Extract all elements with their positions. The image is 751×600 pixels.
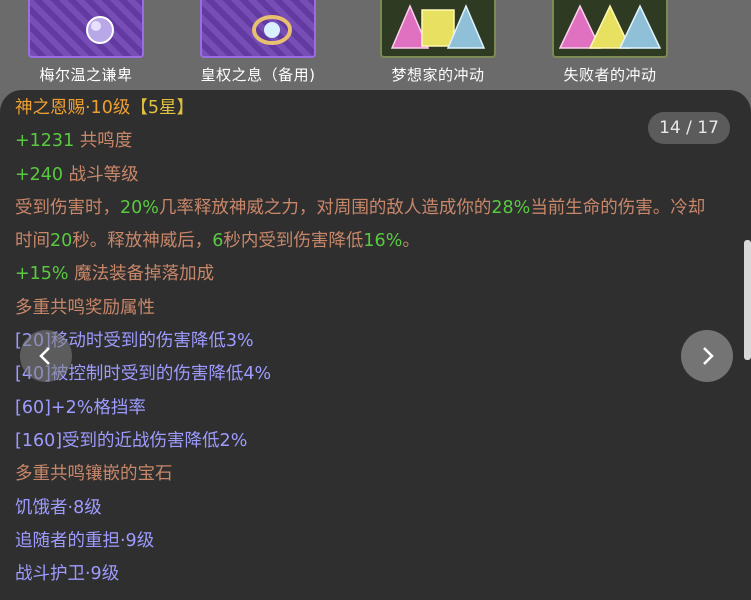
- scrollbar[interactable]: [744, 240, 751, 360]
- stat-value: +240: [15, 164, 64, 185]
- effect-value: 20%: [120, 197, 159, 218]
- item-name: 神之恩赐·10级: [15, 98, 131, 118]
- bonus-item: [20]移动时受到的伤害降低3%: [15, 331, 254, 352]
- gem-slot-1[interactable]: 梅尔温之谦卑: [0, 0, 172, 92]
- effect-text: 秒内受到伤害降低: [223, 231, 364, 252]
- gem-label: 梦想家的冲动: [391, 66, 485, 84]
- effect-text: 几率释放神威之力，对周围的敌人造成你的: [158, 197, 492, 218]
- ring-gem-icon: [200, 0, 316, 58]
- gem-strip: 梅尔温之谦卑 皇权之息（备用) 梦想家的冲动 失败者的冲动: [0, 0, 751, 92]
- gem-label: 失败者的冲动: [563, 66, 657, 84]
- gem-label: 皇权之息（备用): [200, 66, 316, 84]
- socket-gem: 战斗护卫·9级: [15, 564, 120, 585]
- socket-gem: 饥饿者·8级: [15, 497, 102, 518]
- stat-value: +1231: [15, 131, 75, 152]
- stat-value: +15%: [15, 264, 69, 285]
- effect-value: 20: [50, 231, 73, 252]
- effect-text: 秒。释放神威后，: [72, 231, 213, 252]
- bonus-item: [40]被控制时受到的伤害降低4%: [15, 364, 272, 385]
- stat-magic-find: +15% 魔法装备掉落加成: [15, 258, 715, 291]
- chevron-right-icon: [703, 347, 714, 365]
- bonus-item: [160]受到的近战伤害降低2%: [15, 430, 248, 451]
- tooltip-content: 神之恩赐·10级【5星】 +1231 共鸣度 +240 战斗等级 受到伤害时，2…: [15, 92, 715, 591]
- gem-slot-4[interactable]: 失败者的冲动: [524, 0, 696, 92]
- socket-header: 多重共鸣镶嵌的宝石: [15, 464, 173, 485]
- stat-combat-level: +240 战斗等级: [15, 159, 715, 192]
- stat-label: 战斗等级: [63, 164, 139, 185]
- tri-gem-icon: [552, 0, 668, 58]
- orb-gem-icon: [28, 0, 144, 58]
- bonus-item: [60]+2%格挡率: [15, 397, 146, 418]
- stat-label: 魔法装备掉落加成: [68, 264, 215, 285]
- stat-label: 共鸣度: [74, 131, 133, 152]
- effect-value: 6: [212, 231, 224, 252]
- socket-gem: 追随者的重担·9级: [15, 530, 155, 551]
- gem-slot-2[interactable]: 皇权之息（备用): [172, 0, 344, 92]
- effect-description: 受到伤害时，20%几率释放神威之力，对周围的敌人造成你的28%当前生命的伤害。冷…: [15, 192, 715, 259]
- chevron-left-icon: [39, 347, 50, 365]
- item-star: 【5星】: [130, 98, 194, 118]
- next-button[interactable]: [681, 330, 733, 382]
- prev-button[interactable]: [20, 330, 72, 382]
- gem-slot-3[interactable]: 梦想家的冲动: [352, 0, 524, 92]
- gem-label: 梅尔温之谦卑: [39, 66, 133, 84]
- stat-resonance: +1231 共鸣度: [15, 125, 715, 158]
- effect-value: 28%: [491, 197, 531, 218]
- tri-gem-icon: [380, 0, 496, 58]
- bonus-header: 多重共鸣奖励属性: [15, 297, 155, 318]
- effect-value: 16%: [363, 231, 403, 252]
- effect-text: 。: [402, 231, 420, 252]
- tooltip-title: 神之恩赐·10级【5星】: [15, 92, 715, 125]
- effect-text: 受到伤害时，: [15, 197, 120, 218]
